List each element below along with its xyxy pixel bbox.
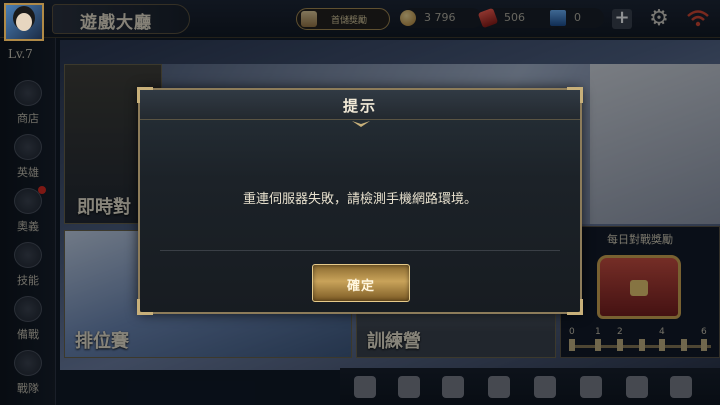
header-ornament-icon: [352, 121, 370, 127]
confirm-button-label: 確定: [346, 279, 375, 294]
alert-dialog: 提示 重連伺服器失敗，請檢測手機網路環境。 確定: [137, 87, 583, 315]
dialog-title: 提示: [342, 97, 377, 115]
dialog-header: 提示: [140, 90, 580, 120]
dialog-corner-ornament: [137, 299, 153, 315]
dialog-message: 重連伺服器失敗，請檢測手機網路環境。: [242, 192, 477, 207]
dialog-divider: [160, 250, 560, 251]
confirm-button[interactable]: 確定: [312, 264, 410, 302]
dialog-corner-ornament: [567, 299, 583, 315]
avatar[interactable]: [4, 3, 44, 41]
